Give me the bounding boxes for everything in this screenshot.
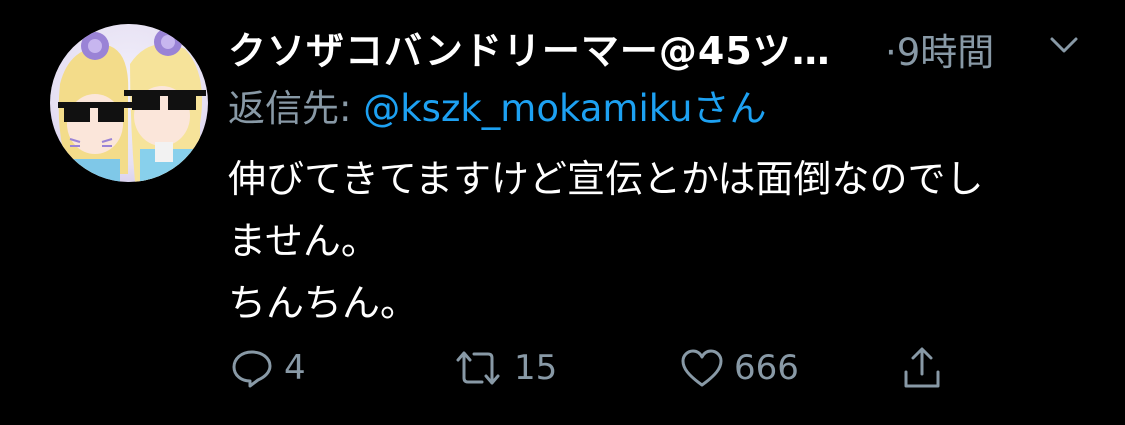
tweet-header: クソザコバンドリーマー@45ツ… ·9時間 <box>228 14 1088 74</box>
retweet-button[interactable]: 15 <box>450 340 557 396</box>
reply-count: 4 <box>284 348 306 388</box>
tweet-text-line: ちんちん。 <box>228 281 419 325</box>
share-upload-icon <box>898 344 946 392</box>
like-count: 666 <box>734 348 799 388</box>
display-name[interactable]: クソザコバンドリーマー@45ツ… <box>228 20 831 75</box>
share-button[interactable] <box>898 340 946 396</box>
reply-to-line: 返信先: @kszk_mokamikuさん <box>228 78 766 132</box>
reply-button[interactable]: 4 <box>228 340 306 396</box>
speech-bubble-icon <box>228 344 276 392</box>
tweet-actions: 4 15 666 <box>228 340 1088 396</box>
retweet-count: 15 <box>514 348 558 388</box>
tweet-time[interactable]: ·9時間 <box>885 22 994 76</box>
avatar[interactable] <box>50 24 208 182</box>
heart-icon <box>678 344 726 392</box>
reply-to-label: 返信先: <box>228 87 364 130</box>
chevron-down-icon[interactable] <box>1046 30 1082 60</box>
tweet-text-line: 伸びてきてますけど宣伝とかは面倒なのでし <box>228 157 984 201</box>
retweet-arrows-icon <box>450 344 506 392</box>
tweet[interactable]: クソザコバンドリーマー@45ツ… ·9時間 返信先: @kszk_mokamik… <box>0 0 1125 425</box>
tweet-text-line: ません。 <box>228 219 379 263</box>
reply-to-handle-link[interactable]: @kszk_mokamikuさん <box>363 87 766 130</box>
tweet-text: 伸びてきてますけど宣伝とかは面倒なのでし ません。 ちんちん。 <box>228 148 1088 334</box>
like-button[interactable]: 666 <box>678 340 799 396</box>
